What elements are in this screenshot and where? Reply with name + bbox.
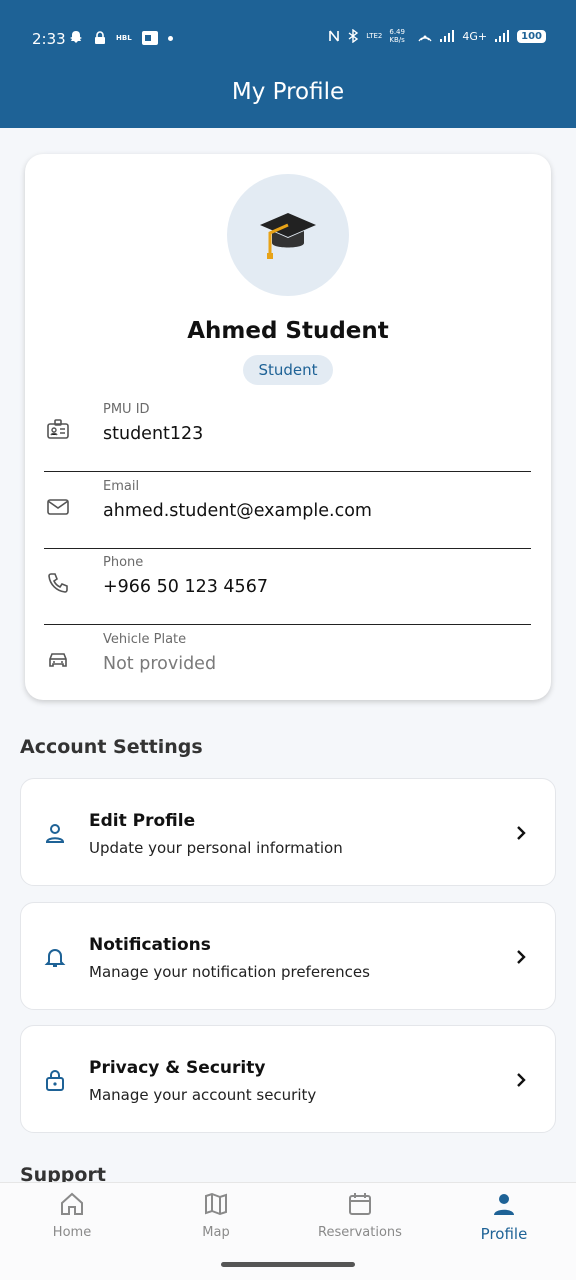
car-icon (49, 653, 67, 667)
hotspot-icon (418, 35, 432, 42)
settings-item-privacy-security[interactable]: Privacy & Security Manage your account s… (20, 1025, 556, 1133)
settings-item-title: Privacy & Security (89, 1058, 266, 1078)
bell-icon (44, 949, 66, 967)
chevron-right-icon (517, 826, 526, 840)
status-bar: 2:33 HBL LTE2 6.49 KB/s 4G+ 100 (0, 0, 576, 64)
chevron-right-icon (517, 950, 526, 964)
bluetooth-icon (348, 29, 359, 43)
nfc-icon (329, 30, 340, 42)
app-bar: My Profile (0, 64, 576, 128)
network-speed: 6.49 KB/s (389, 28, 405, 44)
app-notification-icon (141, 31, 158, 45)
battery-indicator: 100 (517, 29, 546, 43)
lock-notification-icon (95, 31, 105, 44)
phone-icon (48, 573, 68, 593)
settings-item-title: Notifications (89, 935, 211, 955)
field-label: Phone (103, 555, 144, 570)
graduation-cap-icon (260, 213, 316, 259)
nav-item-profile[interactable]: Profile (432, 1191, 576, 1251)
field-label: PMU ID (103, 402, 150, 417)
profile-card: Ahmed Student Student PMU ID student123 … (25, 154, 551, 700)
field-value: Not provided (103, 654, 217, 674)
profile-icon (494, 1194, 514, 1215)
field-value: +966 50 123 4567 (103, 577, 268, 597)
user-icon (45, 824, 65, 843)
signal-icon-2 (495, 30, 510, 42)
field-phone: Phone +966 50 123 4567 (44, 549, 531, 625)
section-title-account-settings: Account Settings (20, 736, 203, 758)
home-indicator (221, 1262, 355, 1267)
nav-item-home[interactable]: Home (0, 1191, 144, 1251)
map-icon (205, 1192, 227, 1216)
nav-label: Profile (480, 1225, 528, 1243)
calendar-icon (349, 1193, 371, 1215)
network-type: 4G+ (462, 29, 488, 43)
settings-item-subtitle: Manage your account security (89, 1086, 317, 1104)
nav-label: Map (202, 1225, 230, 1240)
id-card-icon (47, 419, 69, 439)
signal-icon (440, 30, 455, 42)
profile-name: Ahmed Student (187, 318, 389, 344)
settings-item-edit-profile[interactable]: Edit Profile Update your personal inform… (20, 778, 556, 886)
dot-icon (167, 35, 173, 41)
carrier-badge: HBL (116, 34, 132, 42)
field-email: Email ahmed.student@example.com (44, 473, 531, 549)
status-time: 2:33 (32, 30, 66, 48)
field-value: student123 (103, 424, 204, 444)
nav-label: Reservations (318, 1225, 402, 1240)
avatar (227, 174, 349, 296)
role-badge: Student (243, 355, 333, 385)
volte-label: LTE2 (366, 32, 383, 40)
settings-item-notifications[interactable]: Notifications Manage your notification p… (20, 902, 556, 1010)
field-vehicle-plate: Vehicle Plate Not provided (44, 626, 531, 702)
home-icon (61, 1192, 83, 1215)
snapchat-icon (70, 31, 82, 43)
page-title: My Profile (231, 79, 345, 105)
settings-item-subtitle: Update your personal information (89, 839, 343, 857)
field-label: Email (103, 479, 140, 494)
lock-icon (46, 1070, 64, 1091)
field-label: Vehicle Plate (103, 632, 187, 647)
nav-label: Home (52, 1225, 92, 1240)
settings-item-subtitle: Manage your notification preferences (89, 963, 370, 981)
nav-item-reservations[interactable]: Reservations (288, 1191, 432, 1251)
nav-item-map[interactable]: Map (144, 1191, 288, 1251)
settings-item-title: Edit Profile (89, 811, 196, 831)
chevron-right-icon (517, 1073, 526, 1087)
field-pmu-id: PMU ID student123 (44, 396, 531, 472)
field-value: ahmed.student@example.com (103, 501, 372, 521)
mail-icon (47, 499, 69, 515)
